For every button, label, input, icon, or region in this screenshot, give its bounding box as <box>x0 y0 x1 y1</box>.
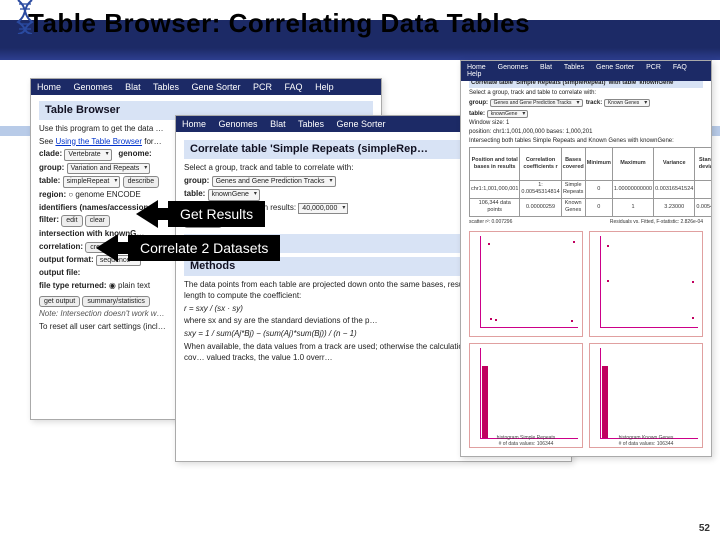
nav-help[interactable]: Help <box>315 82 334 92</box>
nav3-help[interactable]: Help <box>467 71 481 78</box>
nav3-home[interactable]: Home <box>467 64 486 71</box>
summary-stats-button[interactable]: summary/statistics <box>82 296 150 307</box>
region-options[interactable]: ○ genome ENCODE <box>68 190 140 199</box>
using-tb-link[interactable]: Using the Table Browser <box>55 137 142 146</box>
chart-grid: histogram Simple Repeats# of data values… <box>469 231 703 448</box>
nav-bar-3: Home Genomes Blat Tables Gene Sorter PCR… <box>461 61 711 81</box>
p3-position: position: chr1:1,001,000,000 bases: 1,00… <box>469 129 703 136</box>
nav-home[interactable]: Home <box>37 82 61 92</box>
correlation-results-table: Position and total bases in results Corr… <box>469 147 712 216</box>
nav2-gene-sorter[interactable]: Gene Sorter <box>336 119 385 129</box>
nav2-home[interactable]: Home <box>182 119 206 129</box>
pane2-table-label: table: <box>184 189 205 198</box>
nav-faq[interactable]: FAQ <box>285 82 303 92</box>
p3-track-select[interactable]: Known Genes <box>604 99 650 107</box>
correlation-label: correlation: <box>39 242 83 251</box>
slide-title: Table Browser: Correlating Data Tables <box>28 8 530 39</box>
p3-window-value: 1 <box>506 120 509 126</box>
group-label: group: <box>39 163 64 172</box>
scatter-label-1: scatter r²: 0.007296 <box>469 219 512 226</box>
nav3-tables[interactable]: Tables <box>564 64 584 71</box>
pane2-group-select[interactable]: Genes and Gene Prediction Tracks <box>212 176 336 187</box>
callout-correlate-datasets: Correlate 2 Datasets <box>96 234 280 262</box>
callout-get-results-label: Get Results <box>168 201 265 227</box>
p3-table-select[interactable]: knownGene <box>487 110 529 118</box>
p3-group-label: group: <box>469 100 488 106</box>
filter-edit-button[interactable]: edit <box>61 215 82 226</box>
nav2-blat[interactable]: Blat <box>270 119 286 129</box>
p3-window-label: Window size: <box>469 120 504 126</box>
describe-button[interactable]: describe <box>123 176 159 187</box>
arrow-left-icon <box>136 200 158 228</box>
arrow-left-icon <box>96 234 118 262</box>
output-format-label: output format: <box>39 255 94 264</box>
nav-gene-sorter[interactable]: Gene Sorter <box>191 82 240 92</box>
nav3-blat[interactable]: Blat <box>540 64 552 71</box>
group-select[interactable]: Variation and Repeats <box>67 163 151 174</box>
p3-table-label: table: <box>469 111 485 117</box>
table-row: chr1:1,001,000,001 1: 0.00545314814 Simp… <box>470 181 713 199</box>
nav3-faq[interactable]: FAQ <box>673 64 687 71</box>
nav3-genomes[interactable]: Genomes <box>498 64 528 71</box>
nav3-pcr[interactable]: PCR <box>646 64 661 71</box>
filter-label: filter: <box>39 215 59 224</box>
histogram-known-genes: histogram Known Genes# of data values: 1… <box>589 343 703 449</box>
nav-genomes[interactable]: Genomes <box>74 82 113 92</box>
table-row: 106,344 data points 0.00000259 Known Gen… <box>470 198 713 216</box>
nav-pcr[interactable]: PCR <box>253 82 272 92</box>
scatter-plot <box>469 231 583 337</box>
p3-intersect-line: Intersecting both tables Simple Repeats … <box>469 138 703 145</box>
nav-blat[interactable]: Blat <box>125 82 141 92</box>
nav2-genomes[interactable]: Genomes <box>219 119 258 129</box>
scatter-label-2: Residuals vs. Fitted, F-statistic: 2.826… <box>610 219 703 226</box>
file-type-value: plain text <box>118 281 150 290</box>
limit-input[interactable]: 40,000,000 <box>298 203 348 214</box>
residuals-plot <box>589 231 703 337</box>
callout-correlate-datasets-label: Correlate 2 Datasets <box>128 235 280 261</box>
clade-select[interactable]: Vertebrate <box>64 149 111 160</box>
nav3-gene-sorter[interactable]: Gene Sorter <box>596 64 634 71</box>
page-number: 52 <box>699 523 710 534</box>
table-label: table: <box>39 176 60 185</box>
clade-label: clade: <box>39 149 62 158</box>
get-output-button[interactable]: get output <box>39 296 80 307</box>
nav-bar-1: Home Genomes Blat Tables Gene Sorter PCR… <box>31 79 381 95</box>
p3-track-label: track: <box>586 100 602 106</box>
nav2-tables[interactable]: Tables <box>298 119 324 129</box>
filter-clear-button[interactable]: clear <box>85 215 110 226</box>
table-select[interactable]: simpleRepeat <box>63 176 121 187</box>
pane2-table-select[interactable]: knownGene <box>208 189 260 200</box>
file-type-label: file type returned: <box>39 281 107 290</box>
output-file-label: output file: <box>39 268 80 277</box>
pane2-group-label: group: <box>184 176 209 185</box>
histogram-simple-repeats: histogram Simple Repeats# of data values… <box>469 343 583 449</box>
genome-label: genome: <box>118 149 151 158</box>
region-label: region: <box>39 190 66 199</box>
dna-helix-icon <box>14 0 36 34</box>
pane3-select-line: Select a group, track and table to corre… <box>469 90 703 97</box>
correlation-results-window: Home Genomes Blat Tables Gene Sorter PCR… <box>460 60 712 457</box>
nav-tables[interactable]: Tables <box>153 82 179 92</box>
callout-get-results: Get Results <box>136 200 265 228</box>
p3-group-select[interactable]: Genes and Gene Prediction Tracks <box>490 99 583 107</box>
